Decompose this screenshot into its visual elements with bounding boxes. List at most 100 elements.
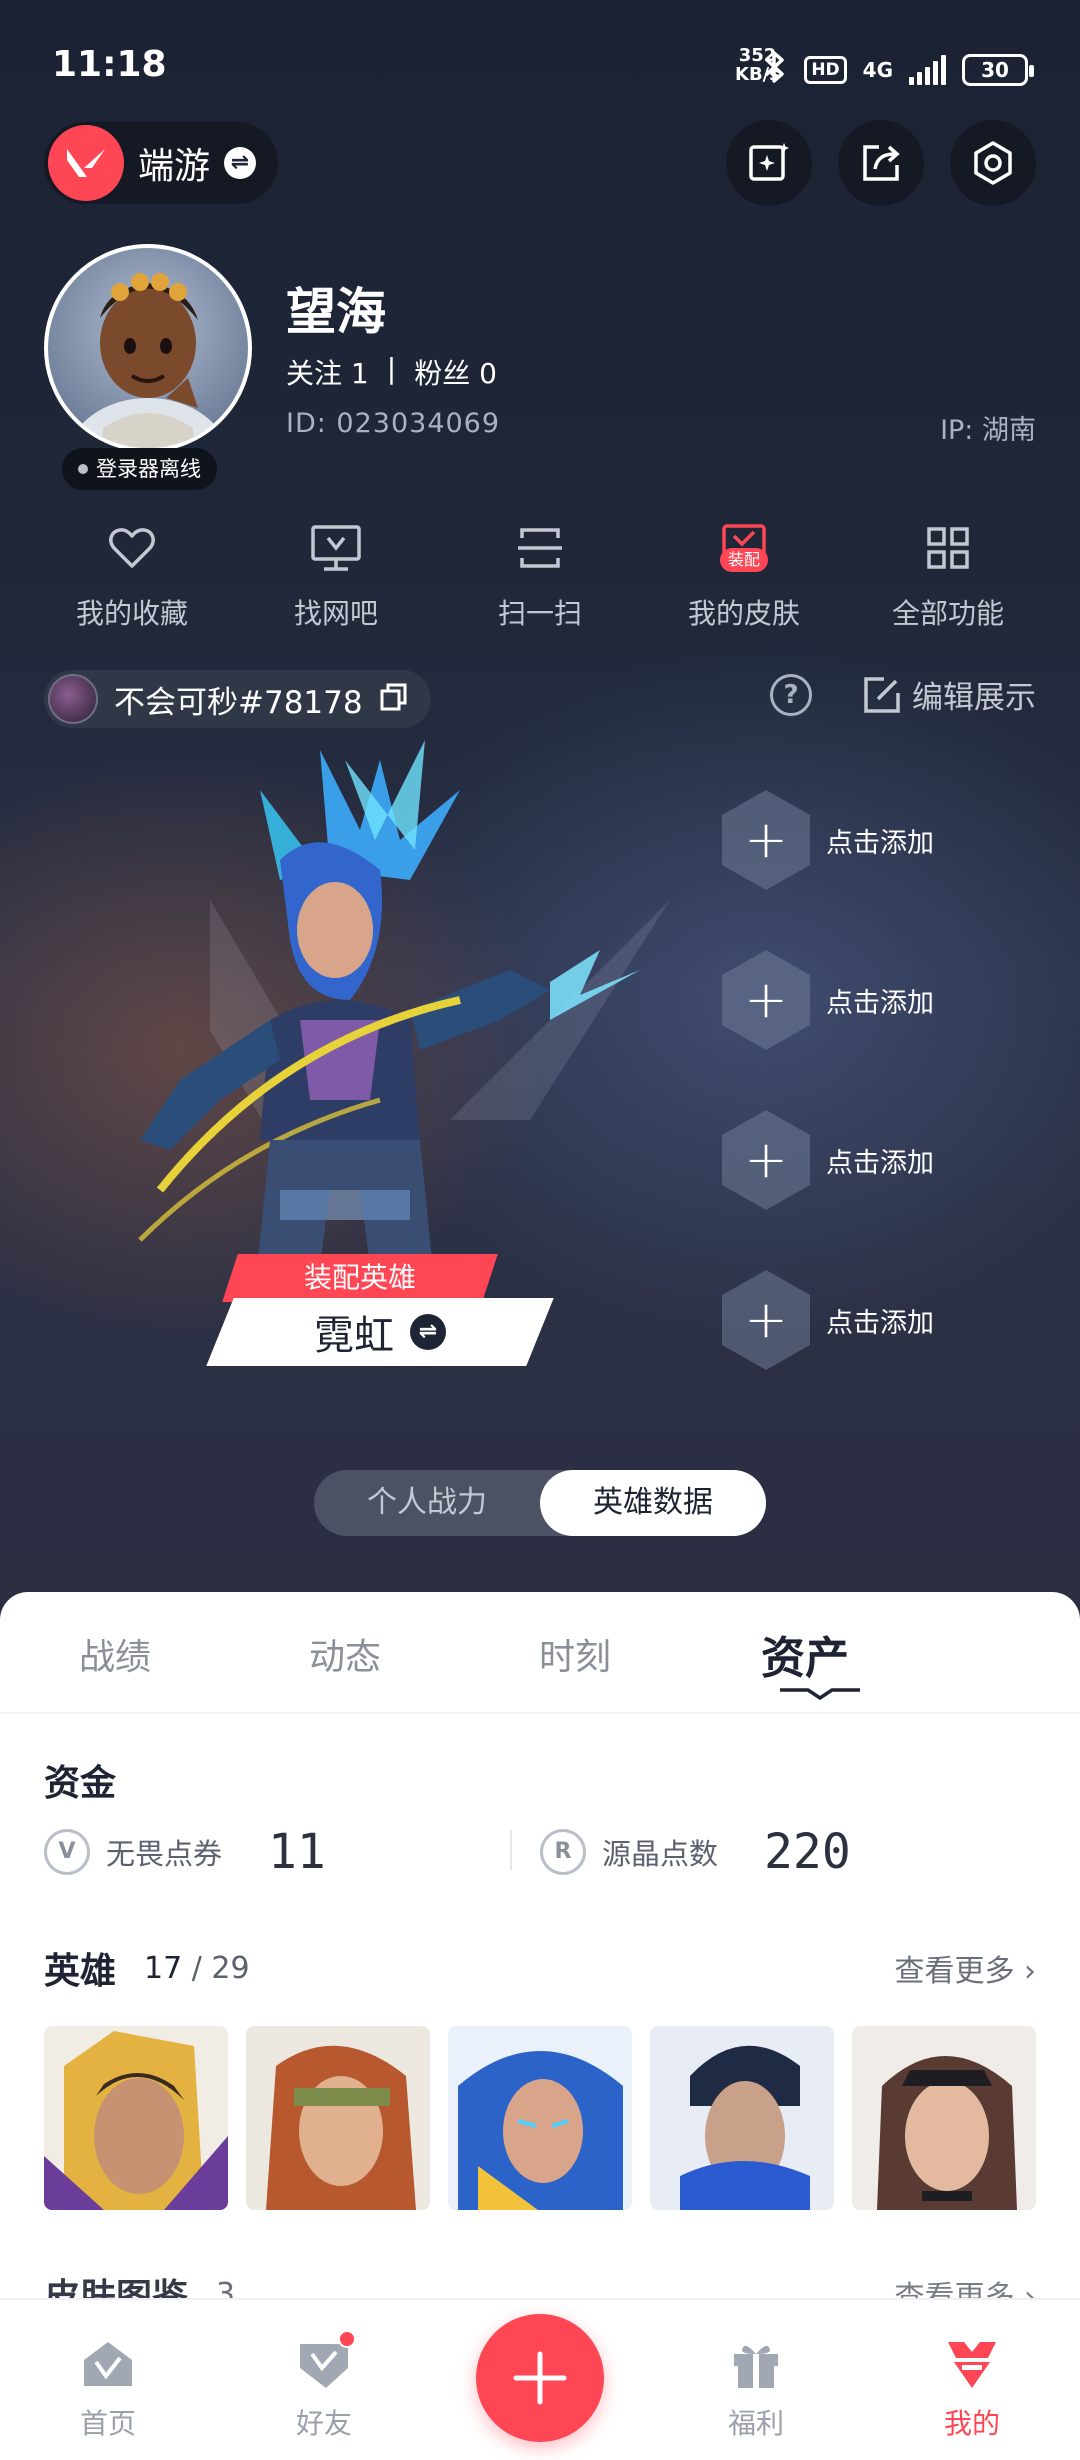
hero-card[interactable]	[246, 2026, 430, 2210]
toggle-hero-data[interactable]: 英雄数据	[540, 1470, 766, 1536]
edit-display-button[interactable]: 编辑展示	[862, 672, 1036, 717]
plus-icon: +	[722, 1110, 810, 1210]
heroes-total: 29	[211, 1950, 250, 1986]
gift-icon	[728, 2336, 784, 2392]
hero-portrait-image	[246, 2026, 430, 2210]
heroes-count: 17 / 29	[144, 1950, 250, 1986]
following-count: 1	[350, 357, 369, 390]
create-post-button[interactable]	[476, 2314, 604, 2442]
friends-badge	[338, 2330, 356, 2348]
swap-icon: ⇌	[224, 147, 257, 179]
status-bar: 11:18 352 KB/s HD 4G 30	[0, 0, 1080, 120]
add-slot-label: 点击添加	[826, 1307, 934, 1339]
settings-button[interactable]	[950, 120, 1036, 206]
add-slot-3[interactable]: + 点击添加	[722, 1110, 934, 1210]
equipped-agent-text: 装配英雄	[303, 1261, 416, 1294]
hero-card[interactable]	[650, 2026, 834, 2210]
following-stat[interactable]: 关注 1	[286, 352, 369, 392]
add-slot-2[interactable]: + 点击添加	[722, 950, 934, 1050]
network-type: 4G	[862, 58, 893, 82]
settings-icon	[974, 141, 1012, 185]
agent-name: 霓虹	[314, 1313, 394, 1359]
quick-label-skins: 我的皮肤	[687, 597, 800, 630]
status-icons: HD 4G 30	[762, 50, 1034, 90]
help-icon[interactable]: ?	[770, 674, 812, 716]
hero-card[interactable]	[448, 2026, 632, 2210]
heroes-title: 英雄	[44, 1951, 117, 1992]
game-account-avatar	[48, 674, 98, 724]
hero-card[interactable]	[44, 2026, 228, 2210]
tab-feed[interactable]: 动态	[230, 1592, 460, 1712]
game-account-name: 不会可秒#78178	[114, 684, 363, 721]
equipped-agent-label: 装配英雄	[222, 1254, 498, 1302]
chevron-right-icon: ›	[1024, 1954, 1036, 1989]
grid-icon	[922, 522, 974, 574]
tab-moments[interactable]: 时刻	[460, 1592, 690, 1712]
hero-list	[44, 2026, 1036, 2210]
sparkle-card-button[interactable]	[726, 120, 812, 206]
login-status-text: 登录器离线	[96, 457, 201, 481]
fans-count: 0	[479, 357, 497, 390]
fund-radianite-points: R 源晶点数 220	[540, 1824, 1036, 1880]
add-slot-4[interactable]: + 点击添加	[722, 1270, 934, 1370]
monitor-icon	[310, 522, 362, 574]
app-switch[interactable]: 端游 ⇌	[44, 122, 279, 204]
battery-level: 30	[981, 58, 1009, 82]
quick-item-scan[interactable]: 扫一扫	[450, 522, 630, 632]
fund-divider	[510, 1830, 512, 1870]
add-slot-label: 点击添加	[826, 827, 934, 859]
quick-item-all-functions[interactable]: 全部功能	[858, 522, 1038, 632]
copy-icon[interactable]	[379, 682, 409, 716]
profile-icon	[944, 2336, 1000, 2392]
nav-friends[interactable]: 好友	[244, 2330, 404, 2442]
see-more-label: 查看更多	[894, 1954, 1015, 1989]
swap-agent-icon: ⇌	[410, 1314, 446, 1350]
nav-label-welfare: 福利	[727, 2407, 784, 2440]
nav-welfare[interactable]: 福利	[676, 2336, 836, 2442]
add-slot-label: 点击添加	[826, 987, 934, 1019]
login-status-badge: 登录器离线	[62, 448, 217, 490]
avatar[interactable]	[44, 244, 252, 452]
quick-label-all-functions: 全部功能	[891, 597, 1004, 630]
hero-card[interactable]	[852, 2026, 1036, 2210]
fund-label: 无畏点券	[106, 1837, 223, 1871]
fans-stat[interactable]: 粉丝 0	[414, 352, 497, 392]
plus-icon	[513, 2351, 567, 2405]
sparkle-card-icon	[749, 143, 789, 181]
follow-stats: 关注 1 | 粉丝 0	[286, 352, 497, 392]
toggle-personal-power[interactable]: 个人战力	[314, 1470, 540, 1536]
funds-title: 资金	[44, 1763, 117, 1804]
username: 望海	[286, 283, 386, 341]
tab-record[interactable]: 战绩	[0, 1592, 230, 1712]
fund-value: 220	[764, 1824, 851, 1880]
quick-label-favorites: 我的收藏	[75, 597, 188, 630]
heroes-owned: 17	[144, 1950, 183, 1986]
quick-item-skins[interactable]: 装配 我的皮肤	[654, 522, 834, 632]
heroes-header: 英雄 17 / 29 查看更多 ›	[44, 1942, 1036, 1994]
equip-tag: 装配	[720, 548, 769, 572]
hero-portrait-image	[852, 2026, 1036, 2210]
user-id: ID: 023034069	[286, 408, 501, 439]
hero-portrait-image	[650, 2026, 834, 2210]
valorant-logo-icon	[48, 125, 124, 201]
quick-item-netcafe[interactable]: 找网吧	[246, 522, 426, 632]
plus-icon: +	[722, 1270, 810, 1370]
fans-label: 粉丝	[414, 357, 471, 390]
agent-name-tag[interactable]: 霓虹 ⇌	[206, 1298, 554, 1366]
hero-portrait-image	[448, 2026, 632, 2210]
share-button[interactable]	[838, 120, 924, 206]
offline-dot-icon	[78, 464, 88, 474]
nav-mine[interactable]: 我的	[892, 2336, 1052, 2442]
app-name: 端游	[138, 146, 211, 187]
following-label: 关注	[286, 357, 343, 390]
heroes-see-more[interactable]: 查看更多 ›	[894, 1946, 1036, 1990]
nav-home[interactable]: 首页	[28, 2336, 188, 2442]
quick-item-favorites[interactable]: 我的收藏	[42, 522, 222, 632]
stat-separator: |	[386, 352, 397, 385]
radianite-icon: R	[540, 1829, 586, 1875]
add-slot-1[interactable]: + 点击添加	[722, 790, 934, 890]
data-toggle: 个人战力 英雄数据	[314, 1470, 766, 1536]
nav-label-friends: 好友	[295, 2407, 352, 2440]
plus-icon: +	[722, 790, 810, 890]
bluetooth-icon	[762, 50, 788, 90]
